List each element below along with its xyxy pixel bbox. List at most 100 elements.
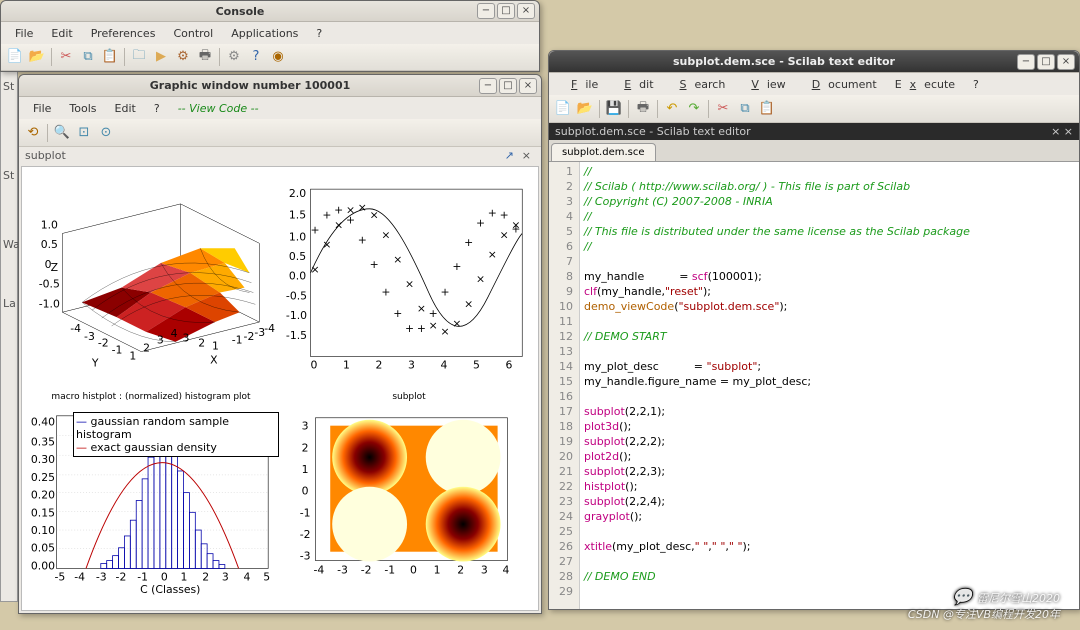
- svg-text:4: 4: [244, 570, 251, 583]
- svg-text:1: 1: [181, 570, 188, 583]
- subplot-1-plot3d: 1.0 0.5 0 -0.5 -1.0 Z Y X -4-3-2-1 1234 …: [22, 167, 280, 389]
- svg-text:0.5: 0.5: [41, 238, 58, 251]
- svg-text:×: ×: [405, 278, 414, 291]
- copy-icon[interactable]: ⧉: [78, 47, 98, 67]
- svg-text:+: +: [500, 209, 509, 222]
- cut-icon[interactable]: ✂: [56, 47, 76, 67]
- subplot-4-grayplot: subplot 3210-1-2-3 -4-3-2-101234: [280, 389, 538, 611]
- maximize-button[interactable]: □: [497, 3, 515, 19]
- pane-close-icon[interactable]: ×: [518, 149, 535, 162]
- svg-text:3: 3: [222, 570, 229, 583]
- copy-icon[interactable]: ⧉: [735, 99, 755, 119]
- paste-icon[interactable]: 📋: [100, 47, 120, 67]
- svg-text:1: 1: [343, 358, 350, 371]
- cut-icon[interactable]: ✂: [713, 99, 733, 119]
- menu-edit[interactable]: Edit: [107, 100, 144, 117]
- svg-text:0: 0: [302, 484, 309, 497]
- menu-execute[interactable]: Execute: [887, 76, 963, 93]
- svg-text:0.0: 0.0: [289, 270, 306, 283]
- menu-file[interactable]: File: [7, 25, 41, 42]
- menu-applications[interactable]: Applications: [223, 25, 306, 42]
- close-button[interactable]: ×: [519, 78, 537, 94]
- help-icon[interactable]: ?: [246, 47, 266, 67]
- menu-help[interactable]: ?: [146, 100, 168, 117]
- menu-view[interactable]: View: [735, 76, 793, 93]
- run-icon[interactable]: ▶: [151, 47, 171, 67]
- zoom-in-icon[interactable]: 🔍: [52, 123, 72, 143]
- tab-subplot[interactable]: subplot.dem.sce: [551, 143, 656, 161]
- paste-icon[interactable]: 📋: [757, 99, 777, 119]
- rotate-icon[interactable]: ⟲: [23, 123, 43, 143]
- svg-text:0.15: 0.15: [31, 506, 55, 519]
- zoom-reset-icon[interactable]: ⊙: [96, 123, 116, 143]
- print-icon[interactable]: 🖶: [195, 47, 215, 67]
- close-button[interactable]: ×: [517, 3, 535, 19]
- console-titlebar[interactable]: Console − □ ×: [1, 1, 539, 22]
- svg-text:0: 0: [410, 563, 417, 576]
- folder-icon[interactable]: 🗀: [129, 47, 149, 67]
- svg-text:×: ×: [381, 228, 390, 241]
- graphic-menubar: File Tools Edit ? -- View Code --: [19, 97, 541, 119]
- tool-icon[interactable]: ⚙: [173, 47, 193, 67]
- svg-text:×: ×: [488, 248, 497, 261]
- print-icon[interactable]: 🖶: [633, 99, 653, 119]
- new-icon[interactable]: 📄: [553, 99, 573, 119]
- svg-text:-2: -2: [361, 563, 372, 576]
- view-code-link[interactable]: -- View Code --: [170, 100, 267, 117]
- zoom-area-icon[interactable]: ⊡: [74, 123, 94, 143]
- menu-file[interactable]: File: [555, 76, 606, 93]
- svg-text:-2: -2: [116, 570, 127, 583]
- svg-text:-1: -1: [137, 570, 148, 583]
- redo-icon[interactable]: ↷: [684, 99, 704, 119]
- menu-preferences[interactable]: Preferences: [83, 25, 164, 42]
- editor-darkbar: subplot.dem.sce - Scilab text editor× ×: [549, 123, 1079, 140]
- maximize-button[interactable]: □: [1037, 54, 1055, 70]
- svg-text:+: +: [441, 285, 450, 298]
- graphic-toolbar: ⟲ 🔍 ⊡ ⊙: [19, 119, 541, 147]
- svg-text:2: 2: [457, 563, 464, 576]
- svg-text:5: 5: [473, 358, 480, 371]
- svg-text:-1: -1: [232, 334, 243, 347]
- code-editor[interactable]: 1 2 3 4 5 6 7 8 9 10 11 12 13 14 15 16 1…: [549, 162, 1079, 609]
- menu-help[interactable]: ?: [965, 76, 987, 93]
- watermark: 💬 雷尼尔雪山2020 CSDN @专注VB编程开发20年: [908, 587, 1060, 622]
- demos-icon[interactable]: ◉: [268, 47, 288, 67]
- svg-text:+: +: [381, 285, 390, 298]
- histplot-title: macro histplot : (normalized) histogram …: [23, 390, 279, 402]
- svg-text:-1.5: -1.5: [286, 329, 307, 342]
- minimize-button[interactable]: −: [1017, 54, 1035, 70]
- menu-file[interactable]: File: [25, 100, 59, 117]
- editor-titlebar[interactable]: subplot.dem.sce - Scilab text editor − □…: [549, 51, 1079, 73]
- graphic-title: Graphic window number 100001: [23, 79, 477, 92]
- menu-control[interactable]: Control: [165, 25, 221, 42]
- menu-document[interactable]: Document: [796, 76, 885, 93]
- menu-tools[interactable]: Tools: [61, 100, 104, 117]
- menu-edit[interactable]: Edit: [608, 76, 661, 93]
- open-icon[interactable]: 📂: [575, 99, 595, 119]
- undock-icon[interactable]: ↗: [501, 149, 518, 162]
- minimize-button[interactable]: −: [479, 78, 497, 94]
- pane-title-text: subplot: [25, 149, 66, 162]
- close-button[interactable]: ×: [1057, 54, 1075, 70]
- minimize-button[interactable]: −: [477, 3, 495, 19]
- new-icon[interactable]: 📄: [5, 47, 25, 67]
- svg-text:4: 4: [441, 358, 448, 371]
- svg-text:-0.5: -0.5: [286, 289, 307, 302]
- menu-search[interactable]: Search: [664, 76, 734, 93]
- undo-icon[interactable]: ↶: [662, 99, 682, 119]
- open-icon[interactable]: 📂: [27, 47, 47, 67]
- menu-edit[interactable]: Edit: [43, 25, 80, 42]
- console-toolbar: 📄 📂 ✂ ⧉ 📋 🗀 ▶ ⚙ 🖶 ⚙ ? ◉: [1, 44, 539, 71]
- graphic-titlebar[interactable]: Graphic window number 100001 − □ ×: [19, 75, 541, 97]
- menu-help[interactable]: ?: [308, 25, 330, 42]
- svg-text:1.5: 1.5: [289, 209, 306, 222]
- plot-grid: 1.0 0.5 0 -0.5 -1.0 Z Y X -4-3-2-1 1234 …: [21, 166, 539, 611]
- svg-text:×: ×: [393, 253, 402, 266]
- settings-icon[interactable]: ⚙: [224, 47, 244, 67]
- editor-toolbar: 📄 📂 💾 🖶 ↶ ↷ ✂ ⧉ 📋: [549, 95, 1079, 123]
- save-icon[interactable]: 💾: [604, 99, 624, 119]
- maximize-button[interactable]: □: [499, 78, 517, 94]
- code-content[interactable]: // // Scilab ( http://www.scilab.org/ ) …: [580, 162, 974, 609]
- svg-text:-1: -1: [112, 344, 123, 357]
- svg-text:4: 4: [503, 563, 510, 576]
